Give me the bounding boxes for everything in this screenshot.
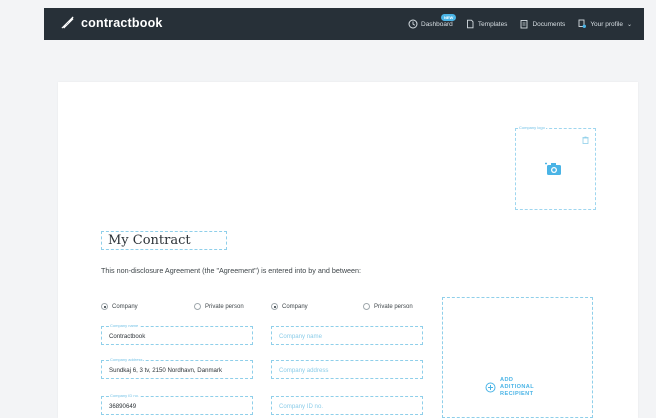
party2-company-label: Company bbox=[282, 303, 308, 310]
contract-title-input[interactable]: My Contract bbox=[101, 231, 227, 250]
nav-your-profile[interactable]: Your profile ⌄ bbox=[577, 19, 632, 29]
nav-your-profile-label: Your profile bbox=[590, 20, 623, 28]
party2-company-id-field[interactable]: Company ID no. bbox=[271, 396, 423, 415]
field-value: Sundkaj 6, 3 tv, 2150 Nordhavn, Danmark bbox=[109, 367, 223, 374]
nav-dashboard[interactable]: Dashboard NEW bbox=[408, 14, 457, 29]
party1-company-label: Company bbox=[112, 303, 138, 310]
radio-checked[interactable] bbox=[101, 303, 108, 310]
camera-icon[interactable] bbox=[545, 161, 564, 177]
add-recipient-line-2: ADITIONAL bbox=[500, 384, 535, 390]
field-label: Company ID no. bbox=[109, 393, 140, 399]
add-recipient-button[interactable]: ADD ADITIONAL RECIPIENT bbox=[485, 377, 534, 398]
nav-templates[interactable]: Templates bbox=[465, 19, 508, 29]
top-navigation-bar: contractbook Dashboard NEW Templates Doc… bbox=[44, 8, 644, 40]
field-label: Company address bbox=[109, 357, 144, 363]
field-placeholder: Company address bbox=[279, 367, 329, 374]
chevron-down-icon: ⌄ bbox=[626, 21, 632, 28]
party2-private-option[interactable]: Private person bbox=[363, 303, 413, 310]
plus-circle-icon bbox=[485, 382, 496, 393]
add-recipient-line-1: ADD bbox=[500, 377, 514, 383]
party1-company-name-field[interactable]: Company name Contractbook bbox=[101, 323, 253, 345]
radio-unchecked[interactable] bbox=[194, 303, 201, 310]
document-icon bbox=[466, 19, 474, 29]
agreement-intro-text: This non-disclosure Agreement (the "Agre… bbox=[101, 266, 362, 275]
party1-private-option[interactable]: Private person bbox=[194, 303, 244, 310]
field-label: Company name bbox=[109, 323, 140, 329]
nav-templates-label: Templates bbox=[477, 20, 508, 28]
party2-private-label: Private person bbox=[374, 303, 413, 310]
contract-document: Company logo My Contract This non-disclo… bbox=[58, 82, 638, 418]
add-recipient-label: ADD ADITIONAL RECIPIENT bbox=[500, 377, 534, 398]
party1-private-label: Private person bbox=[205, 303, 244, 310]
clock-icon bbox=[408, 19, 418, 29]
company-logo-upload[interactable]: Company logo bbox=[515, 125, 596, 210]
field-value: 36890649 bbox=[109, 403, 137, 410]
additional-recipient-panel: ADD ADITIONAL RECIPIENT bbox=[442, 297, 593, 418]
new-badge: NEW bbox=[441, 14, 457, 21]
radio-checked[interactable] bbox=[271, 303, 278, 310]
nav-dashboard-label: Dashboard bbox=[421, 20, 453, 28]
brand-logo[interactable]: contractbook bbox=[60, 15, 163, 30]
brand-name: contractbook bbox=[81, 15, 163, 30]
field-value: Contractbook bbox=[109, 333, 146, 340]
radio-unchecked[interactable] bbox=[363, 303, 370, 310]
main-navigation: Dashboard NEW Templates Documents Your p… bbox=[408, 8, 644, 40]
field-placeholder: Company ID no. bbox=[279, 403, 324, 410]
user-icon bbox=[578, 19, 587, 28]
party1-company-address-field[interactable]: Company address Sundkaj 6, 3 tv, 2150 No… bbox=[101, 357, 253, 379]
party2-company-address-field[interactable]: Company address bbox=[271, 360, 423, 379]
company-logo-label: Company logo bbox=[518, 125, 546, 131]
nav-documents[interactable]: Documents bbox=[519, 19, 565, 29]
field-placeholder: Company name bbox=[279, 333, 323, 340]
contractbook-logo-icon bbox=[61, 16, 74, 29]
party2-company-name-field[interactable]: Company name bbox=[271, 326, 423, 345]
documents-icon bbox=[520, 20, 528, 29]
party2-company-option[interactable]: Company bbox=[271, 303, 308, 310]
trash-icon[interactable] bbox=[582, 136, 589, 144]
party1-company-id-field[interactable]: Company ID no. 36890649 bbox=[101, 393, 253, 415]
add-recipient-line-3: RECIPIENT bbox=[500, 391, 534, 397]
nav-documents-label: Documents bbox=[532, 20, 566, 28]
party1-company-option[interactable]: Company bbox=[101, 303, 138, 310]
